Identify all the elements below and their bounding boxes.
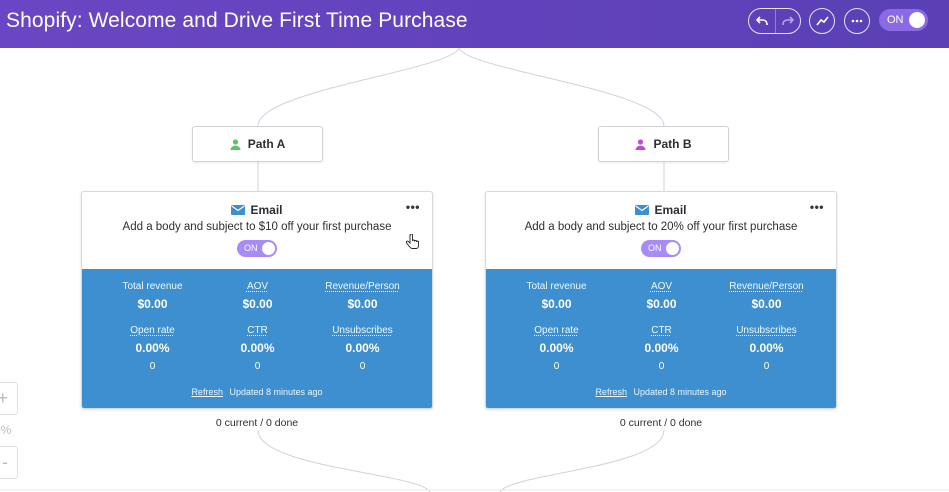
stat-open-rate: Open rate 0.00% 0 (498, 325, 615, 372)
stat-unsubscribes: Unsubscribes 0.00% 0 (304, 325, 421, 372)
stat-revenue-person: Revenue/Person $0.00 (304, 281, 421, 311)
page-title: Shopify: Welcome and Drive First Time Pu… (6, 9, 468, 32)
card-description: Add a body and subject to 20% off your f… (524, 221, 798, 233)
stat-value: 0.00% (644, 341, 679, 355)
undo-icon (755, 16, 768, 25)
analytics-button[interactable] (809, 8, 835, 34)
minus-icon: - (2, 452, 8, 472)
stat-value: $0.00 (137, 297, 168, 311)
path-label: Path A (247, 137, 286, 151)
person-icon-body (230, 145, 241, 150)
stat-name[interactable]: Unsubscribes (708, 325, 825, 336)
stat-value: $0.00 (541, 297, 572, 311)
stat-aov: AOV $0.00 (199, 281, 316, 311)
envelope-icon (635, 205, 650, 215)
card-description: Add a body and subject to $10 off your f… (122, 221, 392, 233)
person-icon (635, 138, 646, 150)
stat-total-revenue: Total revenue $0.00 (94, 281, 211, 311)
toggle-label: ON (648, 243, 662, 253)
refresh-row: Refresh Updated 8 minutes ago (82, 387, 432, 397)
stat-value: $0.00 (751, 297, 782, 311)
stat-name[interactable]: Open rate (94, 325, 211, 336)
stat-count: 0 (359, 361, 366, 372)
card-toggle[interactable]: ON (237, 240, 277, 257)
stat-count: 0 (254, 361, 261, 372)
path-a-node[interactable]: Path A (192, 126, 323, 162)
person-icon-body (635, 145, 646, 150)
email-card-a[interactable]: Email ••• Add a body and subject to $10 … (81, 191, 433, 409)
card-title: Email (250, 203, 283, 217)
stat-value: 0.00% (240, 341, 275, 355)
stat-value: 0.00% (749, 341, 784, 355)
stat-unsubscribes: Unsubscribes 0.00% 0 (708, 325, 825, 372)
stat-name: Total revenue (526, 281, 587, 292)
stat-count: 0 (553, 361, 560, 372)
more-button[interactable] (844, 8, 870, 34)
stat-count: 0 (149, 361, 156, 372)
stat-ctr: CTR 0.00% 0 (603, 325, 720, 372)
stat-value: 0.00% (135, 341, 170, 355)
stat-value: 0.00% (539, 341, 574, 355)
toggle-label: ON (887, 14, 904, 26)
stat-ctr: CTR 0.00% 0 (199, 325, 316, 372)
undo-button[interactable] (749, 9, 775, 33)
stat-value: $0.00 (242, 297, 273, 311)
stats-panel: Total revenue $0.00 AOV $0.00 Revenue/Pe… (486, 269, 836, 408)
stat-count: 0 (658, 361, 665, 372)
stat-name[interactable]: Revenue/Person (708, 281, 825, 292)
stat-open-rate: Open rate 0.00% 0 (94, 325, 211, 372)
path-label: Path B (653, 137, 692, 151)
analytics-icon (815, 16, 829, 26)
stat-revenue-person: Revenue/Person $0.00 (708, 281, 825, 311)
toggle-knob (909, 12, 925, 28)
stat-count: 0 (763, 361, 770, 372)
toggle-knob (262, 242, 275, 255)
redo-button[interactable] (774, 9, 801, 33)
updated-text: Updated 8 minutes ago (229, 387, 323, 397)
plus-icon: + (0, 388, 8, 408)
person-icon-head (638, 138, 644, 145)
toggle-label: ON (244, 243, 258, 253)
stat-aov: AOV $0.00 (603, 281, 720, 311)
zoom-in-button[interactable]: + (0, 382, 18, 415)
hand-cursor-icon (406, 234, 419, 249)
stat-name[interactable]: CTR (603, 325, 720, 336)
card-menu-button[interactable]: ••• (810, 200, 824, 214)
stat-name[interactable]: Revenue/Person (304, 281, 421, 292)
flow-canvas[interactable]: Path A Path B Email ••• Add a body and s… (0, 48, 949, 492)
card-toggle[interactable]: ON (641, 240, 681, 257)
stat-name: Total revenue (122, 281, 183, 292)
path-b-node[interactable]: Path B (598, 126, 729, 162)
redo-icon (781, 16, 794, 25)
stat-name[interactable]: AOV (603, 281, 720, 292)
person-icon-head (232, 138, 238, 145)
stat-name[interactable]: AOV (199, 281, 316, 292)
stat-value: 0.00% (345, 341, 380, 355)
more-icon (851, 19, 863, 23)
toggle-knob (666, 242, 679, 255)
updated-text: Updated 8 minutes ago (633, 387, 727, 397)
card-title: Email (654, 203, 687, 217)
person-icon (230, 138, 241, 150)
zoom-out-button[interactable]: - (0, 446, 18, 479)
envelope-icon (231, 205, 246, 215)
top-bar: Shopify: Welcome and Drive First Time Pu… (0, 0, 949, 48)
refresh-link[interactable]: Refresh (595, 387, 627, 397)
refresh-row: Refresh Updated 8 minutes ago (486, 387, 836, 397)
flow-on-toggle[interactable]: ON (879, 9, 928, 31)
stats-panel: Total revenue $0.00 AOV $0.00 Revenue/Pe… (82, 269, 432, 408)
stat-name[interactable]: Unsubscribes (304, 325, 421, 336)
zoom-level: 0% (0, 423, 12, 437)
card-menu-button[interactable]: ••• (406, 200, 420, 214)
stat-name[interactable]: Open rate (498, 325, 615, 336)
stat-value: $0.00 (646, 297, 677, 311)
card-a-status: 0 current / 0 done (215, 417, 299, 429)
undo-redo-group (748, 8, 801, 34)
stat-total-revenue: Total revenue $0.00 (498, 281, 615, 311)
stat-value: $0.00 (347, 297, 378, 311)
refresh-link[interactable]: Refresh (191, 387, 223, 397)
email-card-b[interactable]: Email ••• Add a body and subject to 20% … (485, 191, 837, 409)
stat-name[interactable]: CTR (199, 325, 316, 336)
card-b-status: 0 current / 0 done (619, 417, 703, 429)
